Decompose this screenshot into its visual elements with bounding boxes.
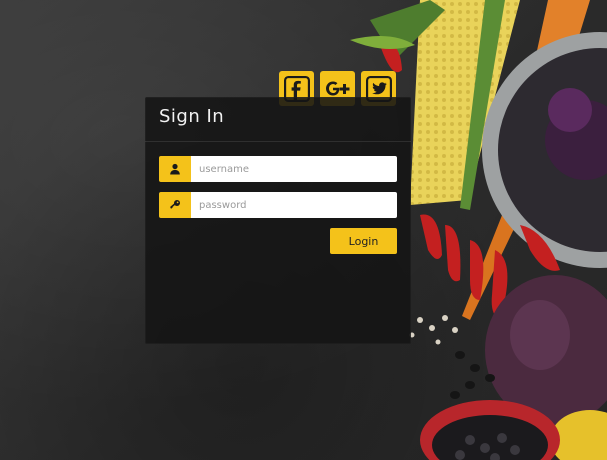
title-divider xyxy=(145,141,411,142)
password-input[interactable] xyxy=(191,192,397,218)
username-field xyxy=(159,156,397,182)
user-icon xyxy=(159,156,191,182)
signin-title: Sign In xyxy=(159,106,225,127)
username-input[interactable] xyxy=(191,156,397,182)
login-button[interactable]: Login xyxy=(330,228,397,254)
password-field xyxy=(159,192,397,218)
signin-panel: Sign In Login xyxy=(145,97,411,344)
key-icon xyxy=(159,192,191,218)
